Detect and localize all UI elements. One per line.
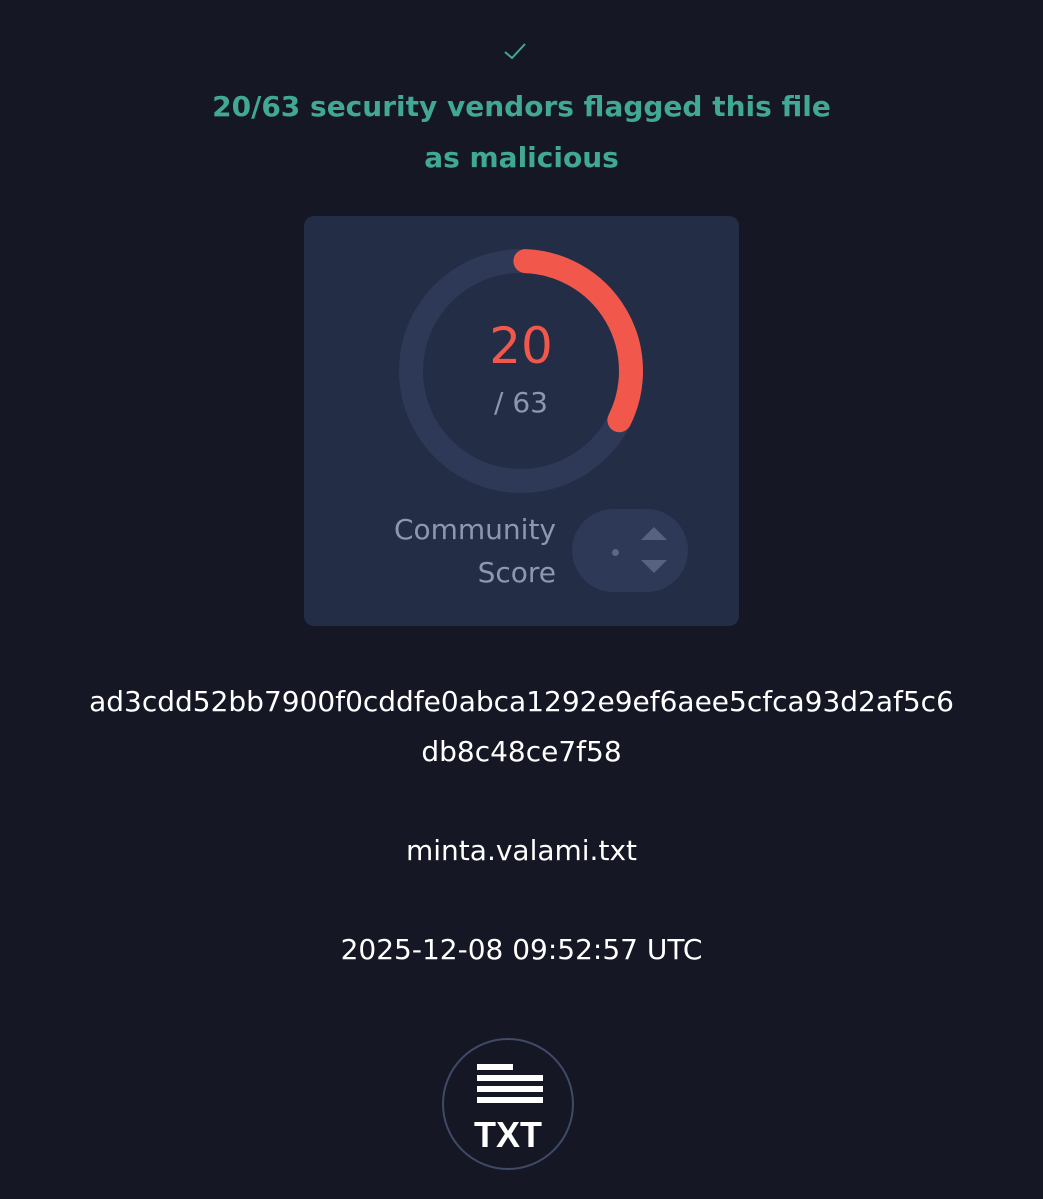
community-score-value xyxy=(612,549,619,556)
vendor-total: / 63 xyxy=(494,386,548,419)
triangle-down-icon[interactable] xyxy=(641,560,667,573)
community-vote-widget[interactable] xyxy=(572,509,688,592)
document-lines-icon xyxy=(477,1064,543,1103)
detection-count: 20 xyxy=(489,317,553,375)
detection-headline-continued: as malicious xyxy=(424,141,619,174)
detection-headline: 20/63 security vendors flagged this file xyxy=(212,90,831,123)
file-name: minta.valami.txt xyxy=(406,834,637,867)
community-score-label: Community xyxy=(393,513,556,546)
triangle-up-icon[interactable] xyxy=(641,527,667,540)
file-hash-continued: db8c48ce7f58 xyxy=(421,735,622,768)
file-type-label: TXT xyxy=(474,1114,542,1155)
scan-date: 2025-12-08 09:52:57 UTC xyxy=(340,933,703,966)
check-icon xyxy=(504,43,526,60)
community-score-label-continued: Score xyxy=(477,556,556,589)
file-hash: ad3cdd52bb7900f0cddfe0abca1292e9ef6aee5c… xyxy=(89,685,954,718)
